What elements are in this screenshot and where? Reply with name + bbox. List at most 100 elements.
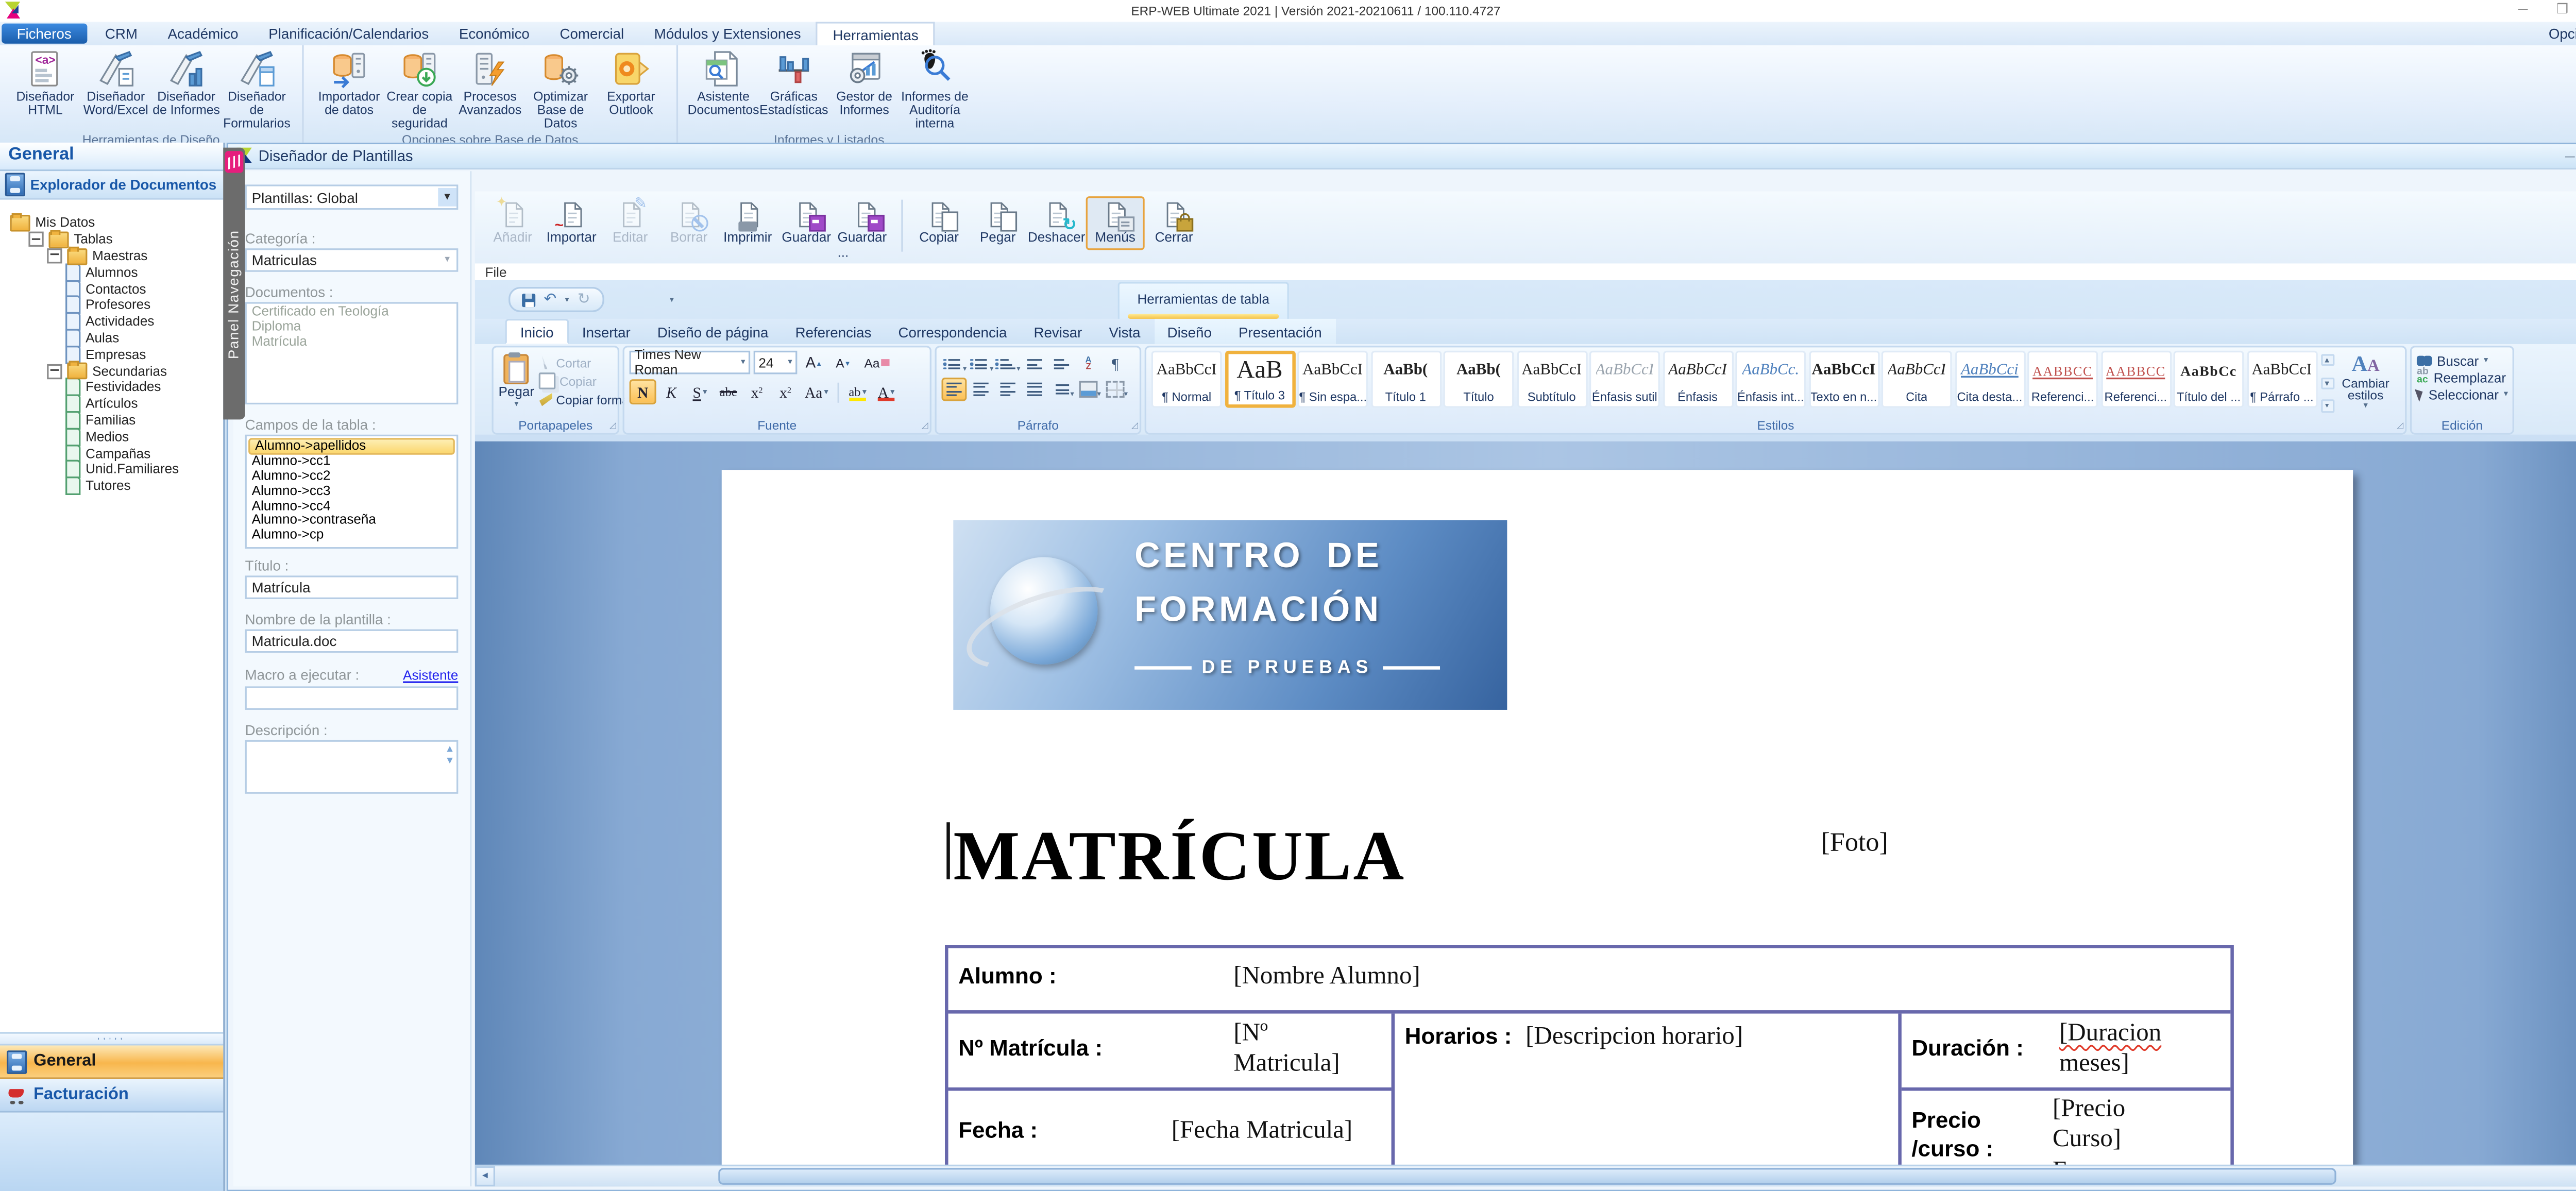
style-normal[interactable]: AaBbCcI¶ Normal — [1151, 351, 1222, 408]
redo-icon[interactable]: ↻ — [578, 291, 590, 309]
change-case-button[interactable]: Aa▾ — [801, 379, 833, 404]
templates-combo[interactable]: Plantillas: Global ▼ — [245, 184, 459, 210]
tree-expander-icon[interactable] — [47, 363, 62, 378]
menu-tab-crm[interactable]: CRM — [90, 22, 153, 45]
options-menu[interactable]: Opciones ▾ — [2549, 22, 2576, 45]
tree-item-maestras[interactable]: Maestras — [0, 248, 223, 264]
navigation-panel-tab[interactable]: Panel Navegación — [223, 148, 245, 420]
dialog-launcher-icon[interactable]: ◿ — [922, 421, 928, 432]
tree-item-contactos[interactable]: Contactos — [0, 281, 223, 297]
decrease-indent-button[interactable] — [1022, 352, 1047, 376]
word-tab-insertar[interactable]: Insertar — [569, 319, 644, 344]
style-enfasis[interactable]: AaBbCcIÉnfasis — [1663, 351, 1733, 408]
tree-item-tablas[interactable]: Tablas — [0, 231, 223, 248]
tree-item-articulos[interactable]: Artículos — [0, 396, 223, 412]
table-cell-duracion[interactable]: Duración : [Duracion meses] — [1902, 1014, 2230, 1091]
spin-down-icon[interactable]: ▼ — [445, 757, 454, 767]
menu-tab-academico[interactable]: Académico — [152, 22, 253, 45]
gestor-de-informes-button[interactable]: Gestor de Informes — [829, 47, 900, 118]
foto-placeholder[interactable]: [Foto] — [1821, 829, 1888, 859]
optimizar-base-de-datos-button[interactable]: Optimizar Base de Datos — [526, 47, 596, 132]
macro-field[interactable] — [245, 686, 459, 710]
dialog-launcher-icon[interactable]: ◿ — [2397, 421, 2403, 432]
tree-item-medios[interactable]: Medios — [0, 429, 223, 445]
seleccionar-button[interactable]: Seleccionar▾ — [2417, 386, 2507, 403]
gallery-more-icon[interactable]: ▾ — [2320, 399, 2334, 413]
pegar-button[interactable]: Pegar — [969, 196, 1027, 250]
designer-minimize-icon[interactable]: ─ — [2565, 148, 2574, 163]
borders-button[interactable]: ▾ — [1103, 378, 1128, 401]
tree-item-actividades[interactable]: Actividades — [0, 313, 223, 330]
word-tab-revisar[interactable]: Revisar — [1020, 319, 1095, 344]
crear-copia-de-seguridad-button[interactable]: Crear copia de seguridad — [384, 47, 455, 132]
justify-button[interactable] — [1022, 378, 1047, 401]
titulo-field[interactable]: Matrícula — [245, 575, 459, 599]
word-tab-diseno-de-pagina[interactable]: Diseño de página — [644, 319, 782, 344]
sidebar-footer-facturacion[interactable]: Facturación — [0, 1079, 223, 1113]
campos-item[interactable]: Alumno->cp — [247, 529, 456, 544]
tree-item-aulas[interactable]: Aulas — [0, 330, 223, 346]
menu-tab-modulos-y-extensiones[interactable]: Módulos y Extensiones — [639, 22, 816, 45]
guardar-button[interactable]: Guardar — [777, 196, 836, 250]
chevron-down-icon[interactable]: ▼ — [443, 255, 451, 265]
gallery-down-icon[interactable]: ▼ — [2320, 377, 2334, 388]
table-cell-precio[interactable]: Precio /curso : [Precio Curso] Euros — [1902, 1091, 2230, 1166]
disenador-de-formularios-button[interactable]: Diseñador de Formularios — [222, 47, 292, 132]
style-enfasis-int[interactable]: AaBbCc.Énfasis int... — [1735, 351, 1806, 408]
style-titulo[interactable]: AaBb(Título — [1444, 351, 1514, 408]
document-page[interactable]: CENTRO DE FORMACIÓN DE PRUEBAS MATRÍCULA… — [722, 470, 2353, 1166]
style-texto-en-n[interactable]: AaBbCcITexto en n... — [1808, 351, 1879, 408]
save-icon[interactable] — [522, 293, 535, 306]
menu-tab-comercial[interactable]: Comercial — [545, 22, 639, 45]
word-tab-inicio[interactable]: Inicio — [505, 319, 569, 344]
bold-button[interactable]: N — [630, 379, 656, 404]
importador-de-datos-button[interactable]: Importador de datos — [314, 47, 384, 118]
show-paragraph-marks-button[interactable]: ¶ — [1103, 352, 1128, 376]
deshacer-button[interactable]: ↻Deshacer — [1027, 196, 1086, 250]
strikethrough-button[interactable]: abe — [715, 379, 742, 404]
menu-tab-economico[interactable]: Económico — [444, 22, 545, 45]
descripcion-field[interactable]: ▲ ▼ — [245, 740, 459, 794]
asistente-documentos-button[interactable]: Asistente Documentos — [688, 47, 759, 118]
menu-tab-herramientas[interactable]: Herramientas — [816, 22, 935, 45]
table-cell-num-matricula[interactable]: Nº Matrícula : [Nº Matricula] — [948, 1014, 1392, 1091]
style-sin-espa[interactable]: AaBbCcI¶ Sin espa... — [1297, 351, 1368, 408]
disenador-de-informes-button[interactable]: Diseñador de Informes — [151, 47, 222, 118]
scroll-left-icon[interactable]: ◄ — [475, 1166, 495, 1186]
style-titulo-1[interactable]: AaBb(Título 1 — [1370, 351, 1441, 408]
align-left-button[interactable] — [942, 378, 967, 401]
tree-expander-icon[interactable] — [47, 248, 62, 263]
imprimir-button[interactable]: Imprimir — [718, 196, 777, 250]
sort-button[interactable]: AZ — [1076, 352, 1101, 376]
menus-button[interactable]: Menús — [1086, 196, 1145, 250]
line-spacing-button[interactable]: ▾ — [1049, 378, 1074, 401]
font-size-select[interactable]: 24 ▾ — [754, 351, 798, 375]
numbered-list-button[interactable]: ▾ — [969, 352, 994, 376]
table-cell-fecha[interactable]: Fecha : [Fecha Matricula] — [948, 1091, 1392, 1166]
tree-item-tutores[interactable]: Tutores — [0, 478, 223, 495]
documentos-list[interactable]: Certificado en TeologíaDiplomaMatrícula — [245, 302, 459, 404]
table-cell-horarios[interactable]: Horarios : [Descripcion horario] — [1395, 1014, 1902, 1166]
style-referenci[interactable]: AABBCCReferenci... — [2100, 351, 2171, 408]
sidebar-footer-general[interactable]: General — [0, 1045, 223, 1079]
tree-item-campanas[interactable]: Campañas — [0, 445, 223, 462]
guardar-button[interactable]: Guardar ... — [836, 196, 894, 265]
documentos-item[interactable]: Certificado en Teología — [247, 305, 456, 320]
horizontal-scrollbar[interactable]: ◄ ► — [475, 1165, 2576, 1186]
tree-expander-icon[interactable] — [28, 232, 43, 247]
paste-button[interactable]: Pegar ▾ — [499, 351, 535, 416]
graficas-estadisticas-button[interactable]: Gráficas Estadísticas — [758, 47, 829, 118]
style-cita[interactable]: AaBbCcICita — [1882, 351, 1952, 408]
dialog-launcher-icon[interactable]: ◿ — [609, 421, 616, 432]
chevron-down-icon[interactable]: ▼ — [438, 188, 456, 207]
tree-item-familias[interactable]: Familias — [0, 412, 223, 429]
importar-button[interactable]: ~Importar — [542, 196, 601, 250]
matricula-table[interactable]: Alumno : [Nombre Alumno] Nº Matrícula : … — [945, 945, 2234, 1166]
spin-up-icon[interactable]: ▲ — [445, 745, 454, 755]
dialog-launcher-icon[interactable]: ◿ — [1131, 421, 1138, 432]
style-enfasis-sutil[interactable]: AaBbCcIÉnfasis sutil — [1589, 351, 1660, 408]
change-styles-button[interactable]: AA Cambiar estilos ▾ — [2337, 351, 2394, 416]
reemplazar-button[interactable]: abacReemplazar — [2417, 369, 2507, 386]
italic-button[interactable]: K — [658, 379, 685, 404]
qat-customize-icon[interactable]: ▾ — [670, 295, 674, 305]
